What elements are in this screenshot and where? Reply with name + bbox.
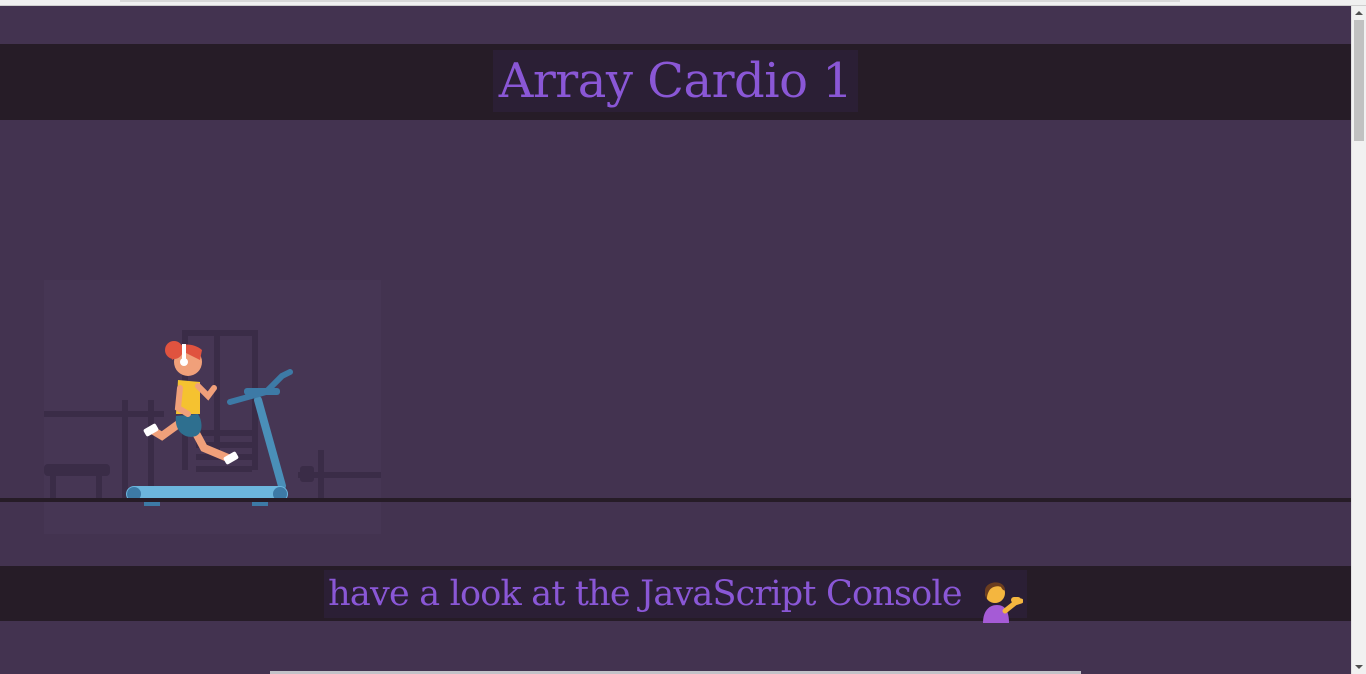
footer-message: have a look at the JavaScript Console: [324, 570, 1027, 623]
page-viewport: Array Cardio 1 have a look at the JavaSc…: [0, 6, 1351, 674]
page-title: Array Cardio 1: [492, 50, 859, 112]
title-container: Array Cardio 1: [0, 44, 1351, 120]
vertical-scroll-thumb[interactable]: [1354, 20, 1364, 141]
browser-top-edge-inner: [120, 0, 1180, 2]
hero-illustration: [44, 280, 381, 534]
footer-container: have a look at the JavaScript Console: [0, 566, 1351, 623]
vertical-scrollbar[interactable]: [1351, 6, 1366, 674]
treadmill-runner-illustration: [44, 330, 381, 506]
person-tipping-hand-icon: [982, 581, 1023, 623]
footer-text: have a look at the JavaScript Console: [328, 574, 962, 614]
floor-line: [0, 498, 1351, 502]
scroll-down-arrow-icon[interactable]: [1355, 665, 1363, 669]
scroll-up-arrow-icon[interactable]: [1355, 11, 1363, 15]
